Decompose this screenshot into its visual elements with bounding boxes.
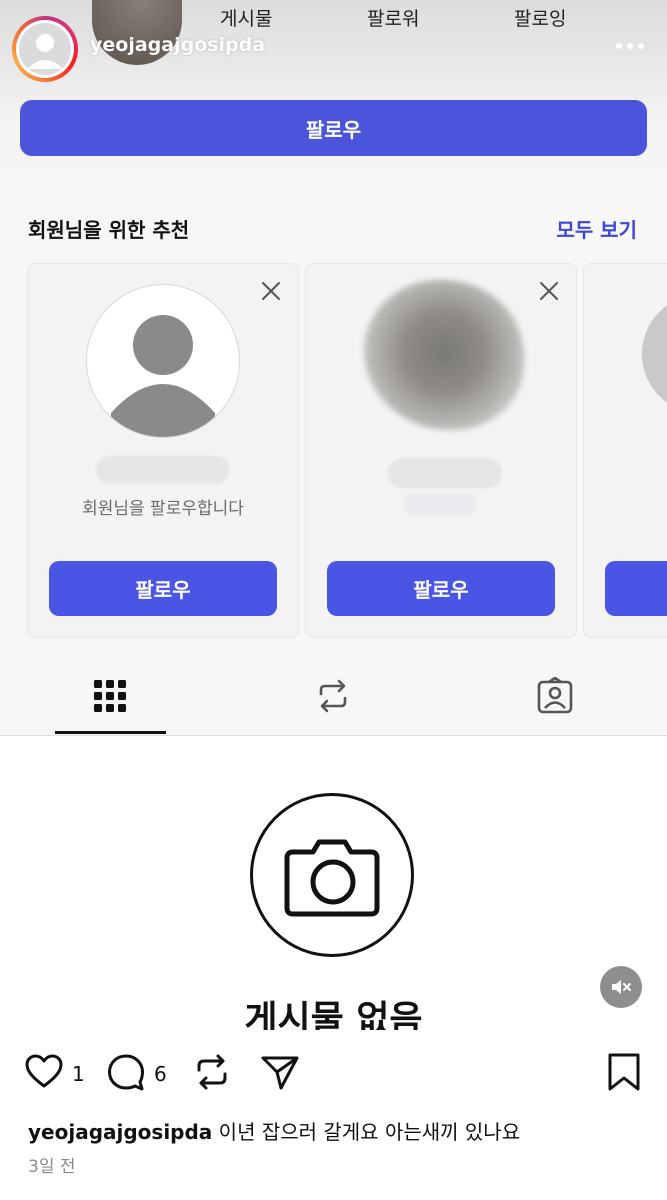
suggestion-avatar[interactable]: [642, 294, 667, 414]
redacted-username: [96, 456, 230, 484]
avatar-story-ring[interactable]: [12, 16, 78, 82]
caption-username[interactable]: yeojagajgosipda: [28, 1120, 212, 1144]
suggestions-title: 회원님을 위한 추천: [28, 218, 190, 242]
suggestion-follow-button[interactable]: [605, 561, 667, 616]
see-all-link[interactable]: 모두 보기: [556, 214, 637, 243]
suggestion-card: 팔로우: [305, 263, 577, 638]
profile-tabs: [0, 660, 667, 736]
avatar: [19, 23, 71, 75]
camera-icon: [284, 839, 380, 917]
suggestion-card: [583, 263, 667, 638]
more-options-icon[interactable]: [610, 34, 650, 58]
repost-icon[interactable]: [192, 1052, 232, 1092]
redacted-username: [388, 458, 502, 488]
repost-icon: [319, 679, 347, 713]
post-caption: yeojagajgosipda 이년 잡으러 갈게요 아는새끼 있나요: [28, 1116, 520, 1145]
tabs-divider: [0, 735, 667, 736]
bookmark-icon[interactable]: [604, 1052, 644, 1092]
suggestion-avatar[interactable]: [86, 284, 240, 438]
suggestion-card: 회원님을 팔로우합니다 팔로우: [27, 263, 299, 638]
tab-grid[interactable]: [55, 660, 165, 732]
caption-text: 이년 잡으러 갈게요 아는새끼 있나요: [218, 1120, 521, 1144]
header-username[interactable]: yeojagajgosipda: [90, 34, 265, 56]
post-footer: 1 6 yeojagajgosipda 이년 잡으러 갈게요 아는새끼 있나요 …: [0, 1030, 667, 1200]
like-icon[interactable]: [24, 1052, 64, 1092]
follow-button[interactable]: 팔로우: [20, 100, 647, 156]
comment-count[interactable]: 6: [154, 1062, 167, 1086]
suggestion-follow-button[interactable]: 팔로우: [327, 561, 555, 616]
default-avatar-icon: [27, 34, 63, 69]
grid-icon: [94, 680, 126, 712]
comment-icon[interactable]: [106, 1052, 146, 1092]
tab-reposts[interactable]: [278, 660, 388, 732]
volume-muted-icon: [612, 980, 631, 994]
post-header: yeojagajgosipda: [0, 16, 667, 82]
redacted-subtitle: [404, 493, 476, 515]
mute-button[interactable]: [600, 966, 642, 1008]
close-icon[interactable]: [260, 280, 282, 302]
like-count[interactable]: 1: [72, 1062, 85, 1086]
active-tab-indicator: [55, 731, 166, 734]
empty-state-title: 게시물 없음: [244, 999, 423, 1030]
empty-state-circle: [250, 793, 414, 957]
profile-preview: 게시물 팔로워 팔로잉 yeojagajgosipda 팔로우 회원님을 위한 …: [0, 0, 667, 736]
suggestion-avatar[interactable]: [364, 280, 524, 430]
share-icon[interactable]: [260, 1052, 300, 1092]
suggestion-follow-button[interactable]: 팔로우: [49, 561, 277, 616]
close-icon[interactable]: [538, 280, 560, 302]
default-avatar-icon: [111, 315, 215, 437]
post-timestamp: 3일 전: [28, 1157, 76, 1177]
suggestion-subtitle: 회원님을 팔로우합니다: [82, 499, 244, 519]
tab-tagged[interactable]: [500, 660, 610, 732]
tagged-icon: [537, 677, 573, 714]
